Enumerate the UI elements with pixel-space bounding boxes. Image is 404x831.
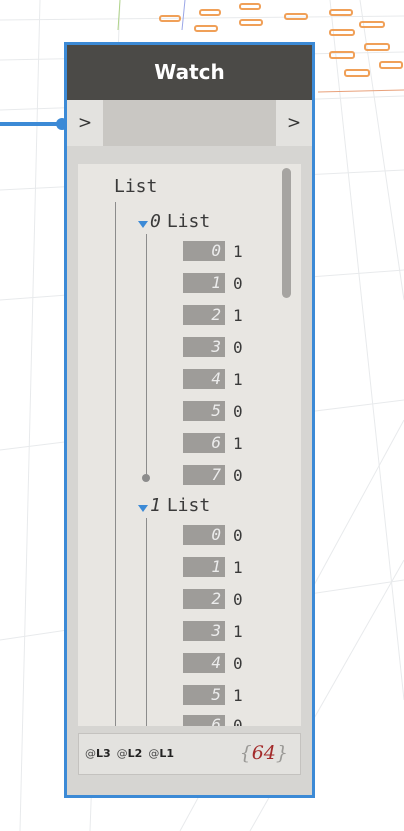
level-tag-l1: @L1 [148,747,175,760]
item-value: 1 [233,369,243,389]
list-level-tags: @L3 @L2 @L1 [85,747,174,760]
sublist-label: List [166,210,211,232]
list-item[interactable]: 0 1 [183,240,243,262]
item-index: 0 [183,241,225,261]
item-index: 2 [183,589,225,609]
watch-tree-panel[interactable]: List 0 List 0 1 1 0 2 1 3 0 4 1 5 0 6 1 … [78,164,301,726]
sublist-0-guide-end-dot [142,474,150,482]
level-tag-l2: @L2 [116,747,143,760]
item-value: 0 [233,465,243,485]
watch-node[interactable]: Watch > > List 0 List 0 1 1 0 2 1 3 0 4 … [64,42,315,798]
list-item[interactable]: 7 0 [183,464,243,486]
list-item[interactable]: 3 0 [183,336,243,358]
list-item[interactable]: 3 1 [183,620,243,642]
item-index: 4 [183,653,225,673]
item-index: 1 [183,273,225,293]
sublist-1-header[interactable]: 1 List [138,494,210,516]
list-item[interactable]: 2 0 [183,588,243,610]
port-row: > > [67,100,312,146]
sublist-0-header[interactable]: 0 List [138,210,210,232]
node-title: Watch [154,60,225,84]
item-value: 1 [233,621,243,641]
item-value: 1 [233,433,243,453]
list-item[interactable]: 4 0 [183,652,243,674]
item-value: 0 [233,401,243,421]
item-value: 0 [233,589,243,609]
watch-footer: @L3 @L2 @L1 {64} [78,733,301,775]
list-item[interactable]: 1 1 [183,556,243,578]
item-count: {64} [239,742,288,764]
sublist-label: List [166,494,211,516]
sublist-0-guide-line [146,234,147,477]
scrollbar-thumb[interactable] [282,168,291,298]
item-index: 5 [183,685,225,705]
list-item[interactable]: 6 1 [183,432,243,454]
output-port[interactable]: > [276,100,312,146]
item-value: 1 [233,305,243,325]
item-index: 7 [183,465,225,485]
input-wire[interactable] [0,122,62,126]
item-index: 3 [183,621,225,641]
item-value: 1 [233,557,243,577]
item-count-number: 64 [251,742,276,764]
item-index: 2 [183,305,225,325]
sublist-index: 0 [150,210,161,232]
item-value: 1 [233,685,243,705]
list-item[interactable]: 1 0 [183,272,243,294]
item-index: 3 [183,337,225,357]
level-tag-l3: @L3 [85,747,111,760]
root-guide-line [115,202,116,726]
item-value: 0 [233,337,243,357]
expand-triangle-icon[interactable] [138,504,148,512]
list-item[interactable]: 6 0 [183,714,243,726]
item-value: 0 [233,653,243,673]
item-value: 0 [233,525,243,545]
list-item[interactable]: 0 0 [183,524,243,546]
sublist-index: 1 [150,494,161,516]
tree-root-label: List [114,176,158,197]
item-index: 4 [183,369,225,389]
item-index: 6 [183,433,225,453]
list-item[interactable]: 5 0 [183,400,243,422]
item-value: 0 [233,715,243,727]
expand-triangle-icon[interactable] [138,220,148,228]
item-value: 0 [233,273,243,293]
item-index: 0 [183,525,225,545]
list-item[interactable]: 2 1 [183,304,243,326]
node-header[interactable]: Watch [67,45,312,100]
input-port[interactable]: > [67,100,103,146]
list-item[interactable]: 4 1 [183,368,243,390]
item-index: 5 [183,401,225,421]
item-index: 6 [183,715,225,726]
item-index: 1 [183,557,225,577]
list-item[interactable]: 5 1 [183,684,243,706]
sublist-1-guide-line [146,518,147,726]
item-value: 1 [233,241,243,261]
